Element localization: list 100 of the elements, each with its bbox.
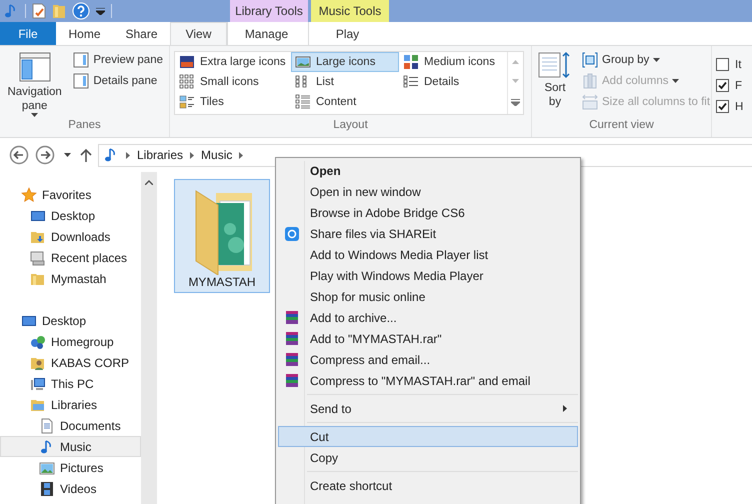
recent-locations-button[interactable] (61, 153, 74, 157)
help-icon[interactable] (72, 2, 90, 20)
star-icon (21, 186, 37, 202)
dropdown-icon (64, 153, 71, 157)
menu-item[interactable]: Send to (278, 398, 578, 419)
ribbon-tab[interactable]: Home (56, 22, 113, 45)
layout-option[interactable]: Details (399, 72, 507, 92)
group-label: Layout (332, 119, 369, 133)
nav-item[interactable]: Videos (0, 478, 141, 499)
image-grid-icon (403, 54, 419, 70)
menu-item[interactable]: Share files via SHAREit (278, 223, 578, 244)
folder-item[interactable]: MYMASTAH (174, 179, 270, 293)
layout-option[interactable]: Content (291, 92, 399, 112)
navigation-pane-button[interactable]: Navigation pane (4, 49, 66, 119)
fit-columns-icon (582, 94, 598, 110)
menu-item[interactable]: Compress to "MYMASTAH.rar" and email (278, 370, 578, 391)
columns-icon (582, 72, 598, 88)
menu-item[interactable]: Copy (278, 447, 578, 468)
tiles-icon (179, 94, 195, 110)
pictures-icon (39, 460, 55, 476)
caret-icon (31, 113, 38, 117)
chevron-icon (239, 152, 244, 158)
folder-name: MYMASTAH (188, 275, 256, 289)
nav-item[interactable]: Mymastah (0, 268, 141, 289)
expand-gallery-icon[interactable] (511, 99, 520, 106)
submenu-arrow-icon (563, 405, 567, 412)
checkbox-label: F (735, 80, 742, 92)
menu-item[interactable]: Add to Windows Media Player list (278, 244, 578, 265)
back-button[interactable] (9, 145, 29, 165)
up-arrow-icon (80, 148, 92, 162)
image-icon (295, 54, 311, 70)
checkbox[interactable] (716, 58, 729, 71)
document-icon (39, 418, 55, 434)
nav-item[interactable]: Recent places (0, 247, 141, 268)
menu-item[interactable]: Open in new window (278, 181, 578, 202)
up-button[interactable] (80, 148, 92, 162)
chevron-icon (190, 152, 194, 158)
layout-option[interactable]: Tiles (175, 92, 291, 112)
layout-option[interactable]: Medium icons (399, 52, 507, 72)
checkbox[interactable] (716, 79, 729, 92)
pane-toggle-button[interactable]: Details pane (71, 70, 165, 91)
sort-by-button[interactable]: Sort by (536, 49, 574, 119)
layout-option[interactable]: Small icons (175, 72, 291, 92)
menu-item[interactable]: Create shortcut (278, 475, 578, 496)
content-icon (295, 94, 311, 110)
share-app-icon (285, 226, 299, 240)
nav-item[interactable]: Downloads (0, 226, 141, 247)
recent-icon (30, 250, 46, 266)
group-icon (582, 52, 598, 68)
grid-icon (179, 74, 195, 90)
nav-item[interactable]: This PC (0, 373, 141, 394)
customize-dropdown-icon[interactable] (96, 8, 105, 14)
menu-item[interactable]: Shop for music online (278, 286, 578, 307)
menu-item[interactable]: Play with Windows Media Player (278, 265, 578, 286)
checkbox[interactable] (716, 100, 729, 113)
menu-item[interactable]: Browse in Adobe Bridge CS6 (278, 202, 578, 223)
layout-option[interactable]: Large icons (291, 52, 399, 72)
group-label: Panes (67, 119, 102, 133)
breadcrumb[interactable]: Music (201, 148, 232, 162)
chevron-icon (126, 152, 130, 158)
back-icon (9, 145, 29, 165)
nav-item[interactable]: Favorites (0, 184, 141, 205)
menu-item[interactable]: Add to archive... (278, 307, 578, 328)
nav-item[interactable]: Pictures (0, 457, 141, 478)
large-image-icon (179, 54, 195, 70)
scroll-up-icon (145, 180, 153, 185)
contextual-tab-header: Library Tools (230, 0, 308, 22)
properties-icon[interactable] (32, 3, 46, 19)
layout-option[interactable]: Extra large icons (175, 52, 291, 72)
ribbon-tab[interactable]: Share (113, 22, 170, 45)
menu-item[interactable]: Compress and email... (278, 349, 578, 370)
nav-item[interactable]: Homegroup (0, 331, 141, 352)
stacked-books-icon (285, 310, 299, 325)
stacked-books-icon (285, 331, 299, 346)
menu-item[interactable]: Add to "MYMASTAH.rar" (278, 328, 578, 349)
view-command-button[interactable]: Group by (580, 49, 712, 70)
ribbon-tab[interactable]: View (170, 22, 227, 45)
nav-item[interactable]: Libraries (0, 394, 141, 415)
layout-option[interactable]: List (291, 72, 399, 92)
pane-toggle-button[interactable]: Preview pane (71, 49, 165, 70)
contextual-tab-header: Music Tools (311, 0, 389, 22)
scrollbar[interactable] (141, 172, 157, 504)
nav-item[interactable]: Desktop (0, 310, 141, 331)
stacked-books-icon (285, 352, 299, 367)
nav-item[interactable]: Desktop (0, 205, 141, 226)
videos-icon (39, 480, 55, 496)
nav-item[interactable]: KABAS CORP (0, 352, 141, 373)
preview-pane-icon (73, 52, 90, 68)
nav-item[interactable]: Documents (0, 415, 141, 436)
forward-button[interactable] (35, 145, 55, 165)
forward-icon (35, 145, 55, 165)
nav-item[interactable]: Music (0, 436, 141, 457)
caret-icon (672, 78, 680, 82)
details-icon (403, 74, 419, 90)
menu-item[interactable]: Cut (278, 426, 578, 447)
checkbox-label: It (735, 58, 742, 70)
checkbox-label: H (735, 100, 744, 112)
breadcrumb[interactable]: Libraries (137, 148, 184, 162)
file-menu-tab[interactable]: File (0, 22, 56, 45)
caret-icon (653, 58, 660, 62)
